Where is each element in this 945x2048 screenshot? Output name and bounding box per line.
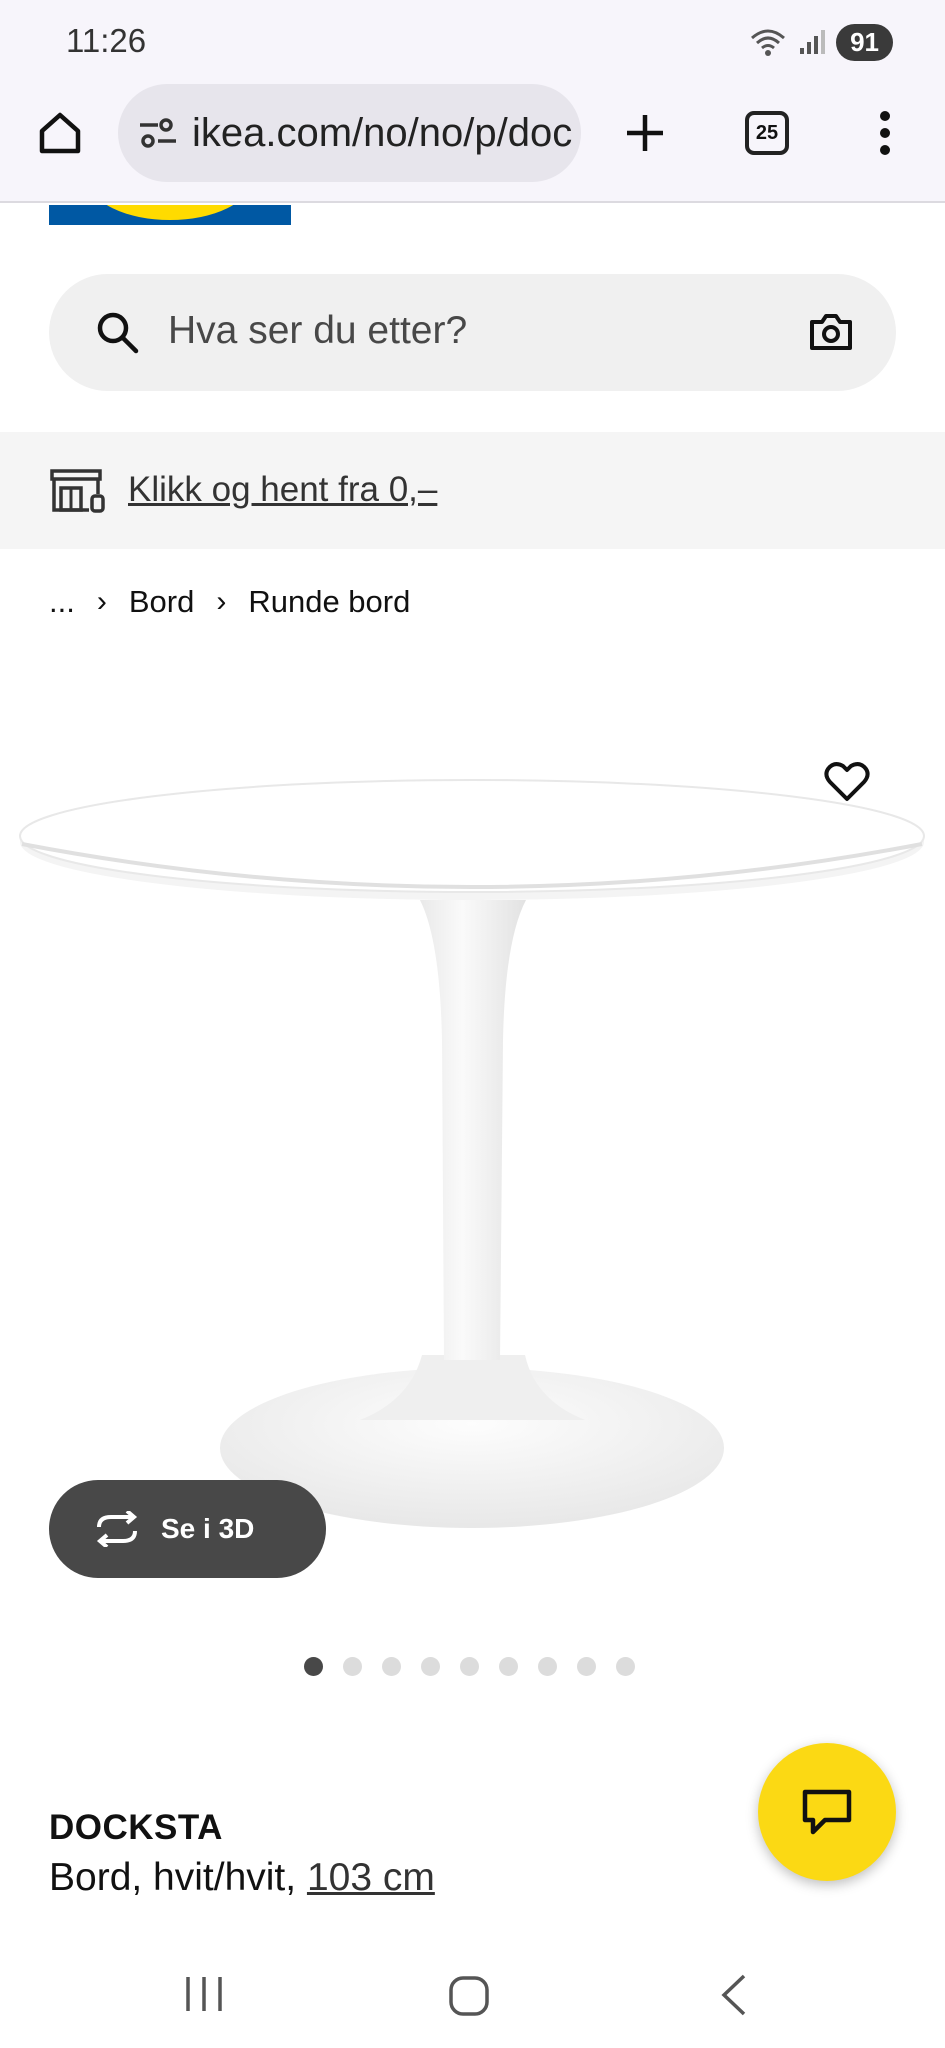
view-3d-label: Se i 3D xyxy=(161,1513,255,1544)
size-link[interactable]: 103 cm xyxy=(307,1856,435,1899)
product-description-text: Bord, hvit/hvit, xyxy=(49,1856,307,1899)
search-icon xyxy=(97,312,139,354)
product-name: DOCKSTA xyxy=(49,1808,223,1847)
home-nav-icon[interactable] xyxy=(448,1975,490,2017)
browser-chrome: 11:26 91 ikea.com/no/no/p/doc 25 xyxy=(0,0,945,203)
chevron-right-icon: › xyxy=(216,585,227,618)
carousel-dot[interactable] xyxy=(421,1657,440,1676)
status-time: 11:26 xyxy=(66,22,147,59)
breadcrumb-ellipsis[interactable]: ... xyxy=(49,584,75,620)
camera-icon[interactable] xyxy=(808,312,854,352)
view-3d-button[interactable]: Se i 3D xyxy=(49,1480,326,1578)
image-carousel-dots xyxy=(304,1657,635,1676)
carousel-dot[interactable] xyxy=(499,1657,518,1676)
click-collect-link[interactable]: Klikk og hent fra 0,– xyxy=(128,470,437,510)
heart-icon xyxy=(824,762,870,801)
chat-icon xyxy=(802,1789,852,1835)
search-input[interactable]: Hva ser du etter? xyxy=(168,309,467,353)
breadcrumb-item-bord[interactable]: Bord xyxy=(129,584,194,620)
carousel-dot[interactable] xyxy=(343,1657,362,1676)
recent-apps-icon[interactable] xyxy=(182,1975,226,2013)
chevron-right-icon: › xyxy=(96,585,107,618)
product-description: Bord, hvit/hvit, 103 cm xyxy=(49,1856,435,1900)
tabs-icon[interactable]: 25 xyxy=(745,111,789,155)
new-tab-button[interactable] xyxy=(615,103,675,163)
battery-icon: 91 xyxy=(836,23,893,61)
back-icon[interactable] xyxy=(718,1973,748,2017)
home-icon xyxy=(39,112,81,154)
breadcrumb-item-runde-bord[interactable]: Runde bord xyxy=(248,584,410,620)
status-icons: 91 xyxy=(748,22,893,62)
promo-strip: Klikk og hent fra 0,– xyxy=(0,432,945,549)
table-top xyxy=(19,779,925,893)
system-navigation-bar xyxy=(0,1935,945,2048)
home-button[interactable] xyxy=(30,103,90,163)
ikea-logo[interactable] xyxy=(49,205,291,225)
logo-yellow-oval xyxy=(89,205,251,220)
chat-button[interactable] xyxy=(758,1743,896,1881)
carousel-dot[interactable] xyxy=(538,1657,557,1676)
product-image[interactable] xyxy=(0,740,945,1540)
breadcrumb: ... › Bord › Runde bord xyxy=(49,584,410,620)
favourite-button[interactable] xyxy=(817,752,877,812)
carousel-dot[interactable] xyxy=(460,1657,479,1676)
carousel-dot[interactable] xyxy=(616,1657,635,1676)
site-settings-icon xyxy=(140,118,176,148)
more-menu-button[interactable] xyxy=(860,103,910,163)
plus-icon xyxy=(627,115,663,151)
search-bar[interactable]: Hva ser du etter? xyxy=(49,274,896,391)
store-pickup-icon xyxy=(50,469,105,513)
more-menu-icon xyxy=(880,111,890,155)
carousel-dot[interactable] xyxy=(577,1657,596,1676)
table-stem xyxy=(420,900,526,1360)
signal-icon xyxy=(800,30,826,54)
wifi-icon xyxy=(751,29,786,56)
carousel-dot[interactable] xyxy=(382,1657,401,1676)
url-text: ikea.com/no/no/p/doc xyxy=(192,110,573,155)
carousel-dot[interactable] xyxy=(304,1657,323,1676)
rotate-3d-icon xyxy=(96,1511,138,1547)
url-bar[interactable]: ikea.com/no/no/p/doc xyxy=(118,84,581,182)
